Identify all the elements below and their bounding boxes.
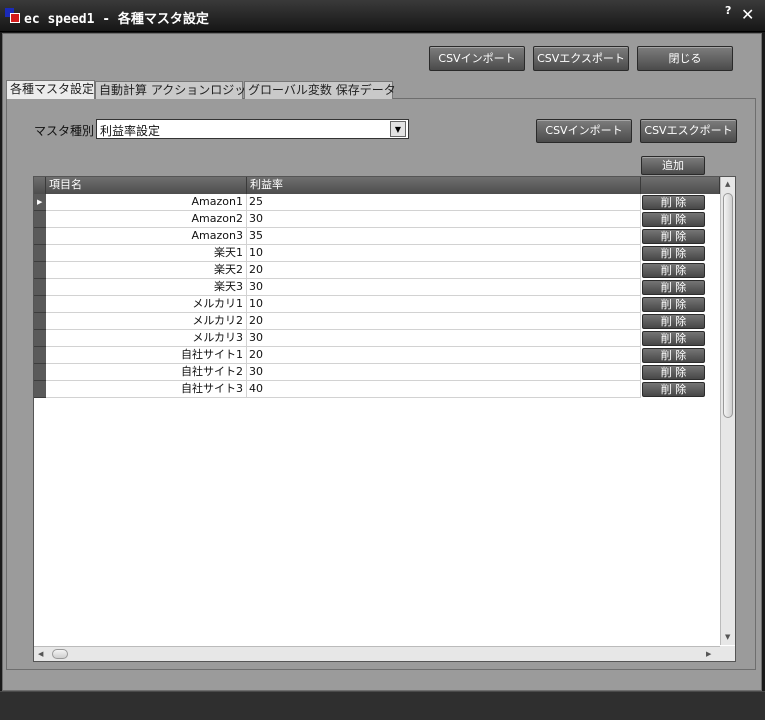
horizontal-scrollbar[interactable]: ◀ ▶ (34, 646, 720, 661)
scroll-right-icon[interactable]: ▶ (706, 650, 711, 658)
delete-row-button[interactable]: 削 除 (642, 195, 705, 210)
add-button[interactable]: 追加 (641, 156, 705, 175)
tab-auto-calc[interactable]: 自動計算 アクションロジック (95, 81, 258, 99)
cell-item-name[interactable]: Amazon2 (46, 211, 247, 228)
cell-item-name[interactable]: メルカリ2 (46, 313, 247, 330)
master-type-label: マスタ種別 (34, 124, 95, 138)
close-button[interactable]: 閉じる (637, 46, 733, 71)
column-header-delete (641, 177, 720, 194)
cell-profit-rate[interactable]: 35 (247, 228, 641, 245)
cell-item-name[interactable]: メルカリ1 (46, 296, 247, 313)
row-header[interactable] (34, 296, 46, 313)
cell-profit-rate[interactable]: 30 (247, 364, 641, 381)
delete-row-button[interactable]: 削 除 (642, 365, 705, 380)
cell-profit-rate[interactable]: 20 (247, 313, 641, 330)
row-header[interactable] (34, 381, 46, 398)
row-header-corner (34, 177, 46, 194)
horizontal-scroll-thumb[interactable] (52, 649, 68, 659)
chevron-down-icon[interactable]: ▼ (390, 121, 406, 137)
row-header[interactable] (34, 228, 46, 245)
row-header[interactable] (34, 313, 46, 330)
cell-item-name[interactable]: メルカリ3 (46, 330, 247, 347)
tab-master-settings[interactable]: 各種マスタ設定 (6, 80, 95, 99)
delete-row-button[interactable]: 削 除 (642, 331, 705, 346)
cell-item-name[interactable]: 楽天3 (46, 279, 247, 296)
row-header[interactable] (34, 245, 46, 262)
vertical-scroll-thumb[interactable] (723, 193, 733, 418)
cell-profit-rate[interactable]: 40 (247, 381, 641, 398)
delete-row-button[interactable]: 削 除 (642, 263, 705, 278)
cell-item-name[interactable]: 自社サイト3 (46, 381, 247, 398)
close-icon[interactable]: ✕ (741, 5, 754, 24)
data-grid: 項目名 利益率 ▶ Amazon1 25 削 除 Amazon2 30 削 除 Amazon3… (33, 176, 736, 662)
status-bar (0, 691, 765, 720)
scroll-left-icon[interactable]: ◀ (38, 650, 43, 658)
column-header-name[interactable]: 項目名 (46, 177, 247, 194)
cell-item-name[interactable]: 楽天1 (46, 245, 247, 262)
cell-item-name[interactable]: Amazon1 (46, 194, 247, 211)
delete-row-button[interactable]: 削 除 (642, 280, 705, 295)
delete-row-button[interactable]: 削 除 (642, 246, 705, 261)
delete-row-button[interactable]: 削 除 (642, 229, 705, 244)
scroll-up-icon[interactable]: ▲ (725, 180, 730, 188)
row-header[interactable] (34, 347, 46, 364)
scroll-corner (720, 646, 735, 661)
csv-import-button[interactable]: CSVインポート (429, 46, 525, 71)
window-title: ec speed1 - 各種マスタ設定 (24, 12, 209, 27)
cell-item-name[interactable]: Amazon3 (46, 228, 247, 245)
cell-item-name[interactable]: 楽天2 (46, 262, 247, 279)
csv-export-button[interactable]: CSVエクスポート (533, 46, 629, 71)
cell-profit-rate[interactable]: 20 (247, 262, 641, 279)
cell-profit-rate[interactable]: 10 (247, 296, 641, 313)
delete-row-button[interactable]: 削 除 (642, 212, 705, 227)
cell-item-name[interactable]: 自社サイト2 (46, 364, 247, 381)
master-csv-export-button[interactable]: CSVエスクポート (640, 119, 737, 143)
current-row-icon: ▶ (37, 198, 43, 206)
row-header[interactable] (34, 279, 46, 296)
tab-global-vars[interactable]: グローバル変数 保存データ (244, 81, 396, 99)
app-icon (5, 8, 20, 23)
row-header[interactable] (34, 330, 46, 347)
row-header[interactable] (34, 211, 46, 228)
title-bar: ec speed1 - 各種マスタ設定 ? ✕ (0, 0, 765, 32)
scroll-down-icon[interactable]: ▼ (725, 633, 730, 641)
cell-profit-rate[interactable]: 10 (247, 245, 641, 262)
delete-row-button[interactable]: 削 除 (642, 297, 705, 312)
delete-row-button[interactable]: 削 除 (642, 348, 705, 363)
master-type-select[interactable]: 利益率設定 ▼ (96, 119, 409, 139)
cell-profit-rate[interactable]: 20 (247, 347, 641, 364)
row-header[interactable] (34, 262, 46, 279)
column-header-rate[interactable]: 利益率 (247, 177, 641, 194)
delete-row-button[interactable]: 削 除 (642, 382, 705, 397)
master-csv-import-button[interactable]: CSVインポート (536, 119, 632, 143)
row-header[interactable] (34, 364, 46, 381)
delete-row-button[interactable]: 削 除 (642, 314, 705, 329)
vertical-scrollbar[interactable]: ▲ ▼ (720, 177, 735, 645)
cell-profit-rate[interactable]: 25 (247, 194, 641, 211)
cell-profit-rate[interactable]: 30 (247, 211, 641, 228)
help-icon[interactable]: ? (725, 4, 731, 17)
master-type-value: 利益率設定 (100, 124, 161, 138)
cell-item-name[interactable]: 自社サイト1 (46, 347, 247, 364)
row-header[interactable]: ▶ (34, 194, 46, 211)
cell-profit-rate[interactable]: 30 (247, 330, 641, 347)
cell-profit-rate[interactable]: 30 (247, 279, 641, 296)
